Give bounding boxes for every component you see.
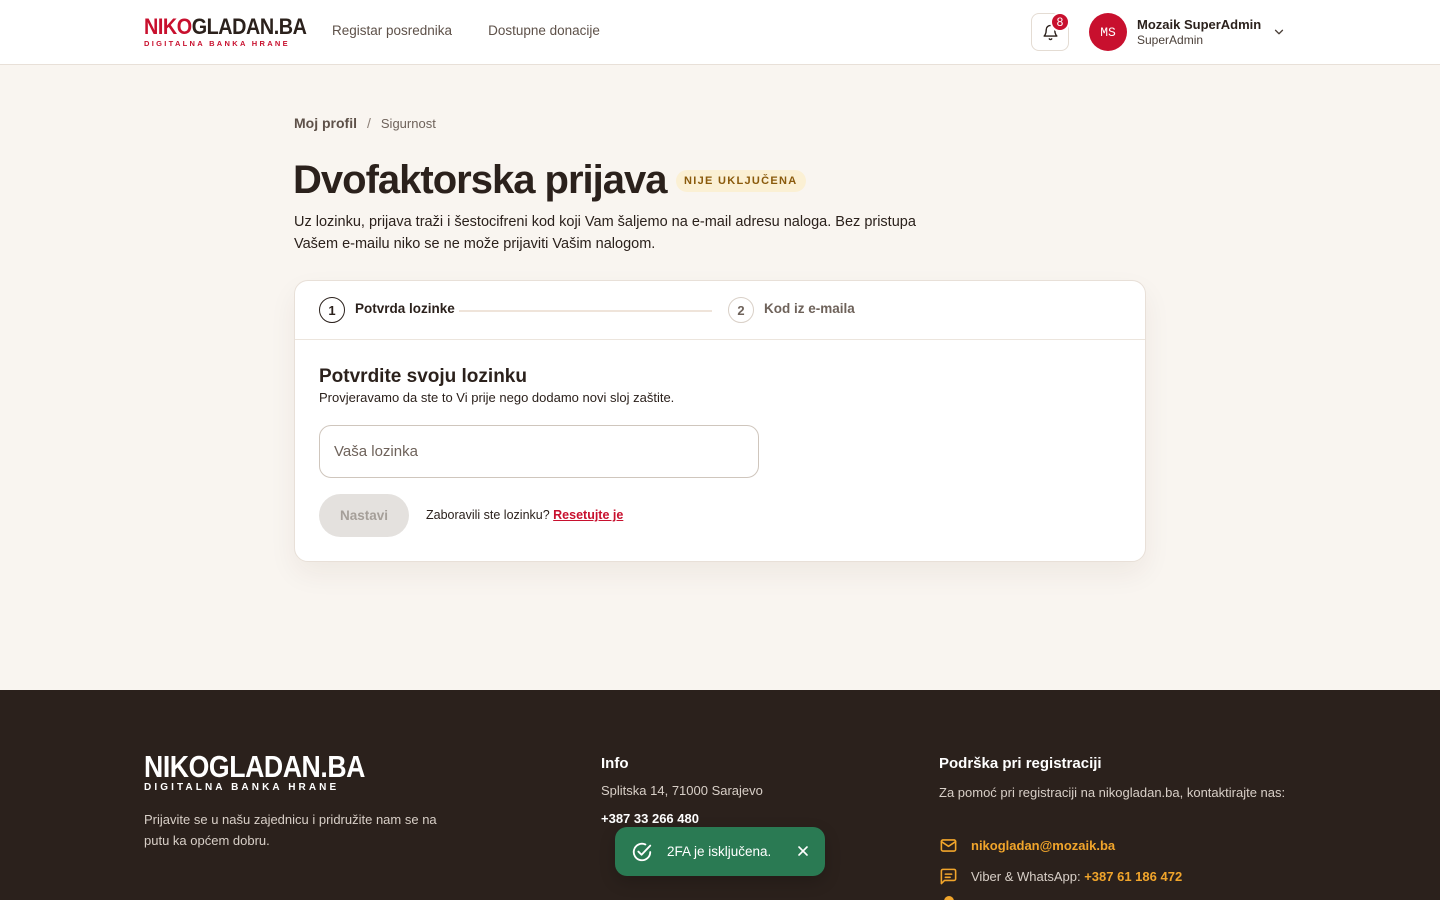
nav-link-registar-posrednika[interactable]: Registar posrednika	[332, 23, 452, 38]
forgot-password-row: Zaboravili ste lozinku? Resetujte je	[426, 508, 623, 522]
footer-support-title: Podrška pri registraciji	[939, 755, 1102, 772]
stepper: 1 Potvrda lozinke 2 Kod iz e-maila	[295, 281, 1145, 340]
chat-icon	[940, 868, 957, 885]
two-factor-card: 1 Potvrda lozinke 2 Kod iz e-maila Potvr…	[294, 280, 1146, 562]
step-2-number: 2	[728, 297, 754, 323]
check-circle-icon	[632, 842, 652, 861]
form-subtitle: Provjeravamo da ste to Vi prije nego dod…	[319, 390, 675, 405]
breadcrumb-link-moj-profil[interactable]: Moj profil	[294, 115, 357, 131]
footer-email-row: nikogladan@mozaik.ba	[939, 836, 1115, 855]
chevron-down-icon[interactable]	[1272, 25, 1286, 39]
form-title: Potvrdite svoju lozinku	[319, 366, 527, 387]
footer-viber-label: Viber & WhatsApp:	[971, 869, 1081, 884]
close-icon[interactable]	[795, 843, 811, 859]
user-name[interactable]: Mozaik SuperAdmin	[1137, 17, 1261, 32]
step-2-label: Kod iz e-maila	[764, 301, 855, 316]
user-role: SuperAdmin	[1137, 33, 1204, 47]
user-avatar[interactable]: MS	[1089, 13, 1127, 51]
logo-tagline: DIGITALNA BANKA HRANE	[144, 39, 290, 48]
reset-password-link[interactable]: Resetujte je	[553, 508, 623, 522]
mail-icon	[940, 839, 957, 852]
footer-partial-icon	[944, 896, 954, 900]
logo-wordmark: NIKOGLADAN.BA	[144, 14, 307, 39]
breadcrumb-current: Sigurnost	[380, 115, 436, 131]
status-badge: NIJE UKLJUČENA	[676, 170, 806, 192]
breadcrumb-separator: /	[367, 115, 371, 131]
footer-address: Splitska 14, 71000 Sarajevo	[601, 783, 763, 798]
footer-email-link[interactable]: nikogladan@mozaik.ba	[971, 838, 1115, 853]
breadcrumb: Moj profil / Sigurnost	[294, 115, 436, 131]
stepper-connector	[459, 310, 712, 312]
footer-logo[interactable]: NIKOGLADAN.BA DIGITALNA BANKA HRANE	[144, 749, 401, 793]
step-1-label: Potvrda lozinke	[355, 301, 455, 316]
footer-logo-wordmark: NIKOGLADAN.BA	[144, 749, 366, 784]
toast-message: 2FA je isključena.	[667, 844, 772, 859]
footer-phone[interactable]: +387 33 266 480	[601, 811, 699, 826]
toast-notification: 2FA je isključena.	[615, 827, 825, 876]
top-header: NIKOGLADAN.BA DIGITALNA BANKA HRANE Regi…	[0, 0, 1440, 65]
footer-tagline: Prijavite se u našu zajednicu i pridruži…	[144, 812, 437, 848]
site-logo[interactable]: NIKOGLADAN.BA DIGITALNA BANKA HRANE	[144, 14, 307, 49]
password-input[interactable]	[319, 425, 759, 478]
notification-count-badge: 8	[1050, 12, 1070, 32]
footer-info-title: Info	[601, 755, 629, 772]
footer-viber-number[interactable]: +387 61 186 472	[1084, 869, 1182, 884]
nav-link-dostupne-donacije[interactable]: Dostupne donacije	[488, 23, 600, 38]
footer-support-text: Za pomoć pri registraciji na nikogladan.…	[939, 785, 1286, 800]
page-description: Uz lozinku, prijava traži i šestocifreni…	[294, 214, 916, 252]
continue-button[interactable]: Nastavi	[319, 494, 409, 537]
step-1-number: 1	[319, 297, 345, 323]
main-nav: Registar posrednika Dostupne donacije	[332, 23, 600, 38]
forgot-password-text: Zaboravili ste lozinku?	[426, 508, 550, 522]
page-title: Dvofaktorska prijava	[293, 158, 668, 202]
footer-viber-row: Viber & WhatsApp: +387 61 186 472	[939, 867, 1182, 886]
